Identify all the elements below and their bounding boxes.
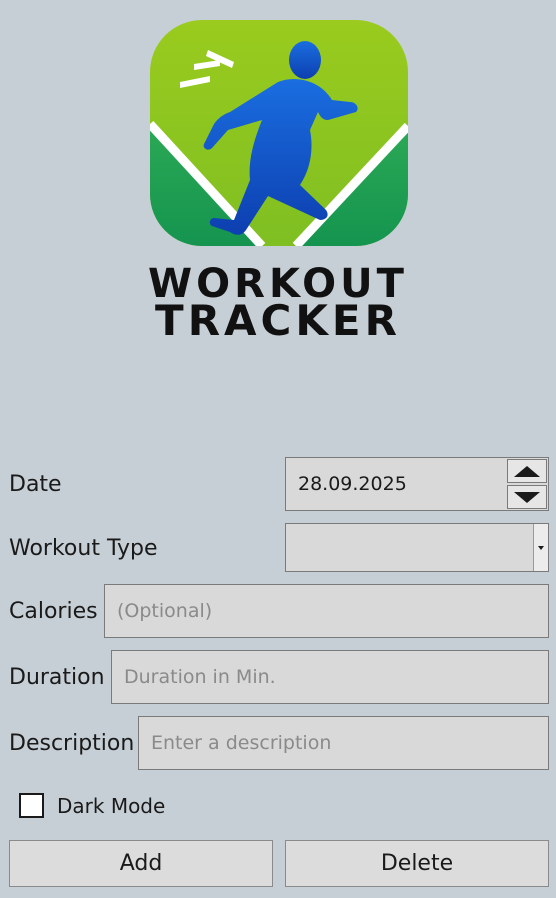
combo-arrow-button[interactable] (533, 524, 548, 571)
logo-title-line2: TRACKER (155, 296, 401, 345)
app-logo (150, 20, 408, 246)
duration-input[interactable] (111, 650, 549, 704)
triangle-up-icon (514, 465, 540, 477)
date-value[interactable]: 28.09.2025 (298, 473, 407, 495)
dark-mode-label[interactable]: Dark Mode (57, 794, 165, 818)
description-input[interactable] (138, 716, 549, 770)
date-increment-button[interactable] (507, 459, 547, 483)
chevron-down-icon (538, 545, 544, 550)
calories-input[interactable] (104, 584, 549, 638)
description-label: Description (9, 731, 135, 756)
duration-label: Duration (9, 665, 105, 690)
calories-label: Calories (9, 599, 98, 624)
date-label: Date (9, 472, 62, 497)
runner-icon (150, 20, 408, 246)
dark-mode-checkbox[interactable] (19, 793, 44, 818)
add-button[interactable]: Add (9, 840, 273, 887)
date-spinbox[interactable]: 28.09.2025 (285, 457, 549, 511)
delete-button[interactable]: Delete (285, 840, 549, 887)
workout-type-select[interactable] (285, 523, 549, 572)
triangle-down-icon (514, 491, 540, 503)
date-decrement-button[interactable] (507, 485, 547, 509)
workout-type-label: Workout Type (9, 536, 158, 561)
